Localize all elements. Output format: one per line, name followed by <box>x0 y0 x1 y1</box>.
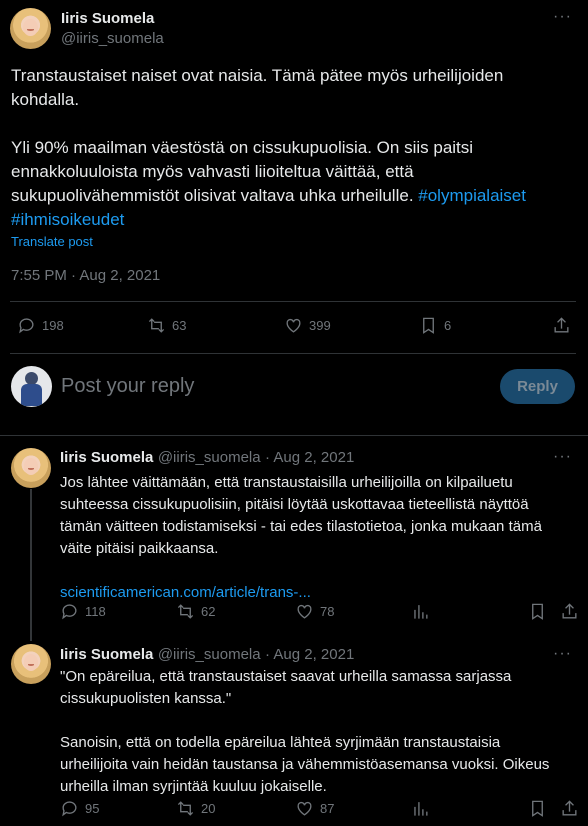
divider <box>10 301 576 302</box>
repost-icon <box>177 801 194 816</box>
reply-text: Jos lähtee väittämään, että transtaustai… <box>60 472 580 604</box>
heart-icon <box>286 318 301 333</box>
like-count: 78 <box>320 604 335 619</box>
bookmark-icon <box>532 800 543 817</box>
heart-icon <box>297 604 312 619</box>
reply-icon <box>19 318 34 334</box>
views-action[interactable] <box>411 799 430 818</box>
bookmark-icon <box>532 603 543 620</box>
more-icon[interactable]: ··· <box>553 8 572 26</box>
reply-avatar[interactable] <box>11 448 51 488</box>
reply-author-name[interactable]: Iiris Suomela <box>60 646 153 663</box>
bookmark-count: 6 <box>444 318 452 333</box>
reply-text-line: väite pitäisi paikkaansa. <box>60 540 219 557</box>
reply-text: "On epäreilua, että transtaustaiset saav… <box>60 666 580 798</box>
thread-line <box>30 489 32 641</box>
reply-text-line: Jos lähtee väittämään, että transtaustai… <box>60 474 513 491</box>
reply-action[interactable]: 95 <box>60 799 99 818</box>
translate-post-link[interactable]: Translate post <box>11 234 93 249</box>
composer-avatar <box>11 366 52 407</box>
share-icon <box>554 317 569 333</box>
reply-date[interactable]: · Aug 2, 2021 <box>265 449 354 466</box>
avatar-smile <box>27 28 34 31</box>
reply-count: 118 <box>85 604 106 619</box>
avatar-face <box>23 654 39 672</box>
bookmark-action[interactable] <box>528 602 547 621</box>
share-icon <box>562 603 577 619</box>
reply-icon <box>62 604 77 620</box>
article-link[interactable]: scientificamerican.com/article/trans-... <box>60 582 580 604</box>
author-handle[interactable]: @iiris_suomela <box>61 30 164 47</box>
author-name[interactable]: Iiris Suomela <box>61 10 154 27</box>
repost-action[interactable]: 63 <box>147 316 186 335</box>
like-action[interactable]: 78 <box>295 602 334 621</box>
divider <box>0 435 588 436</box>
reply-text-line: tämän väitteen todistamiseksi - tai edes… <box>60 518 542 535</box>
hashtag-link[interactable]: #ihmisoikeudet <box>11 210 124 229</box>
hashtag-link[interactable]: #olympialaiset <box>418 186 526 205</box>
post-text-line: Transtaustaiset naiset ovat naisia. Tämä… <box>11 66 504 85</box>
reply-count: 198 <box>42 318 64 333</box>
repost-action[interactable]: 62 <box>176 602 215 621</box>
like-action[interactable]: 399 <box>284 316 331 335</box>
share-action[interactable] <box>560 799 579 818</box>
post-text-line: sukupuolivähemmistöt olisivat valtava uh… <box>11 186 419 205</box>
reply-header: Iiris Suomela @iiris_suomela · Aug 2, 20… <box>60 646 354 664</box>
reply-text-line: cissukupuolisten kanssa." <box>60 690 232 707</box>
bookmark-action[interactable]: 6 <box>419 316 451 335</box>
divider <box>10 353 576 354</box>
share-icon <box>562 800 577 816</box>
bookmark-action[interactable] <box>528 799 547 818</box>
reply-icon <box>62 801 77 817</box>
reply-action[interactable]: 198 <box>17 316 64 335</box>
reply-text-line: suhteessa cissukupuolisiin, pitäisi löyt… <box>60 496 529 513</box>
avatar-face <box>23 458 39 476</box>
repost-icon <box>177 604 194 619</box>
avatar-face <box>23 18 38 36</box>
share-action[interactable] <box>560 602 579 621</box>
bookmark-icon <box>423 317 434 334</box>
views-icon <box>414 802 428 816</box>
reply-action[interactable]: 118 <box>60 602 106 621</box>
heart-icon <box>297 801 312 816</box>
reply-author-name[interactable]: Iiris Suomela <box>60 449 153 466</box>
reply-text-line: urheilijoita vain heidän taustansa ja vä… <box>60 756 550 773</box>
reply-input[interactable]: Post your reply <box>61 375 194 398</box>
post-text: Transtaustaiset naiset ovat naisia. Tämä… <box>11 64 581 232</box>
more-icon[interactable]: ··· <box>553 448 572 466</box>
like-count: 399 <box>309 318 331 333</box>
reply-author-handle[interactable]: @iiris_suomela <box>158 449 261 466</box>
post-text-line: Yli 90% maailman väestöstä on cissukupuo… <box>11 138 474 157</box>
repost-icon <box>148 318 165 333</box>
post-timestamp[interactable]: 7:55 PM · Aug 2, 2021 <box>11 267 160 284</box>
views-icon <box>414 605 428 619</box>
reply-author-handle[interactable]: @iiris_suomela <box>158 646 261 663</box>
reply-avatar[interactable] <box>11 644 51 684</box>
post-text-line: ennakkoluuloista myös vahvasti liioitelt… <box>11 162 414 181</box>
post-text-line: kohdalla. <box>11 90 80 109</box>
repost-count: 63 <box>172 318 187 333</box>
like-action[interactable]: 87 <box>295 799 334 818</box>
views-action[interactable] <box>411 602 430 621</box>
more-icon[interactable]: ··· <box>553 645 572 663</box>
reply-text-line: "On epäreilua, että transtaustaiset saav… <box>60 668 512 685</box>
repost-count: 20 <box>201 801 216 816</box>
reply-date[interactable]: · Aug 2, 2021 <box>265 646 354 663</box>
reply-text-line: Sanoisin, että on todella epäreilua läht… <box>60 734 501 751</box>
reply-text-line: urheilla ilman syrjintää kuuluu jokaisel… <box>60 778 327 795</box>
repost-count: 62 <box>201 604 216 619</box>
author-avatar[interactable] <box>10 8 51 49</box>
repost-action[interactable]: 20 <box>176 799 215 818</box>
share-action[interactable] <box>552 316 571 335</box>
like-count: 87 <box>320 801 335 816</box>
reply-header: Iiris Suomela @iiris_suomela · Aug 2, 20… <box>60 449 354 467</box>
reply-button[interactable]: Reply <box>500 369 575 404</box>
reply-count: 95 <box>85 801 100 816</box>
